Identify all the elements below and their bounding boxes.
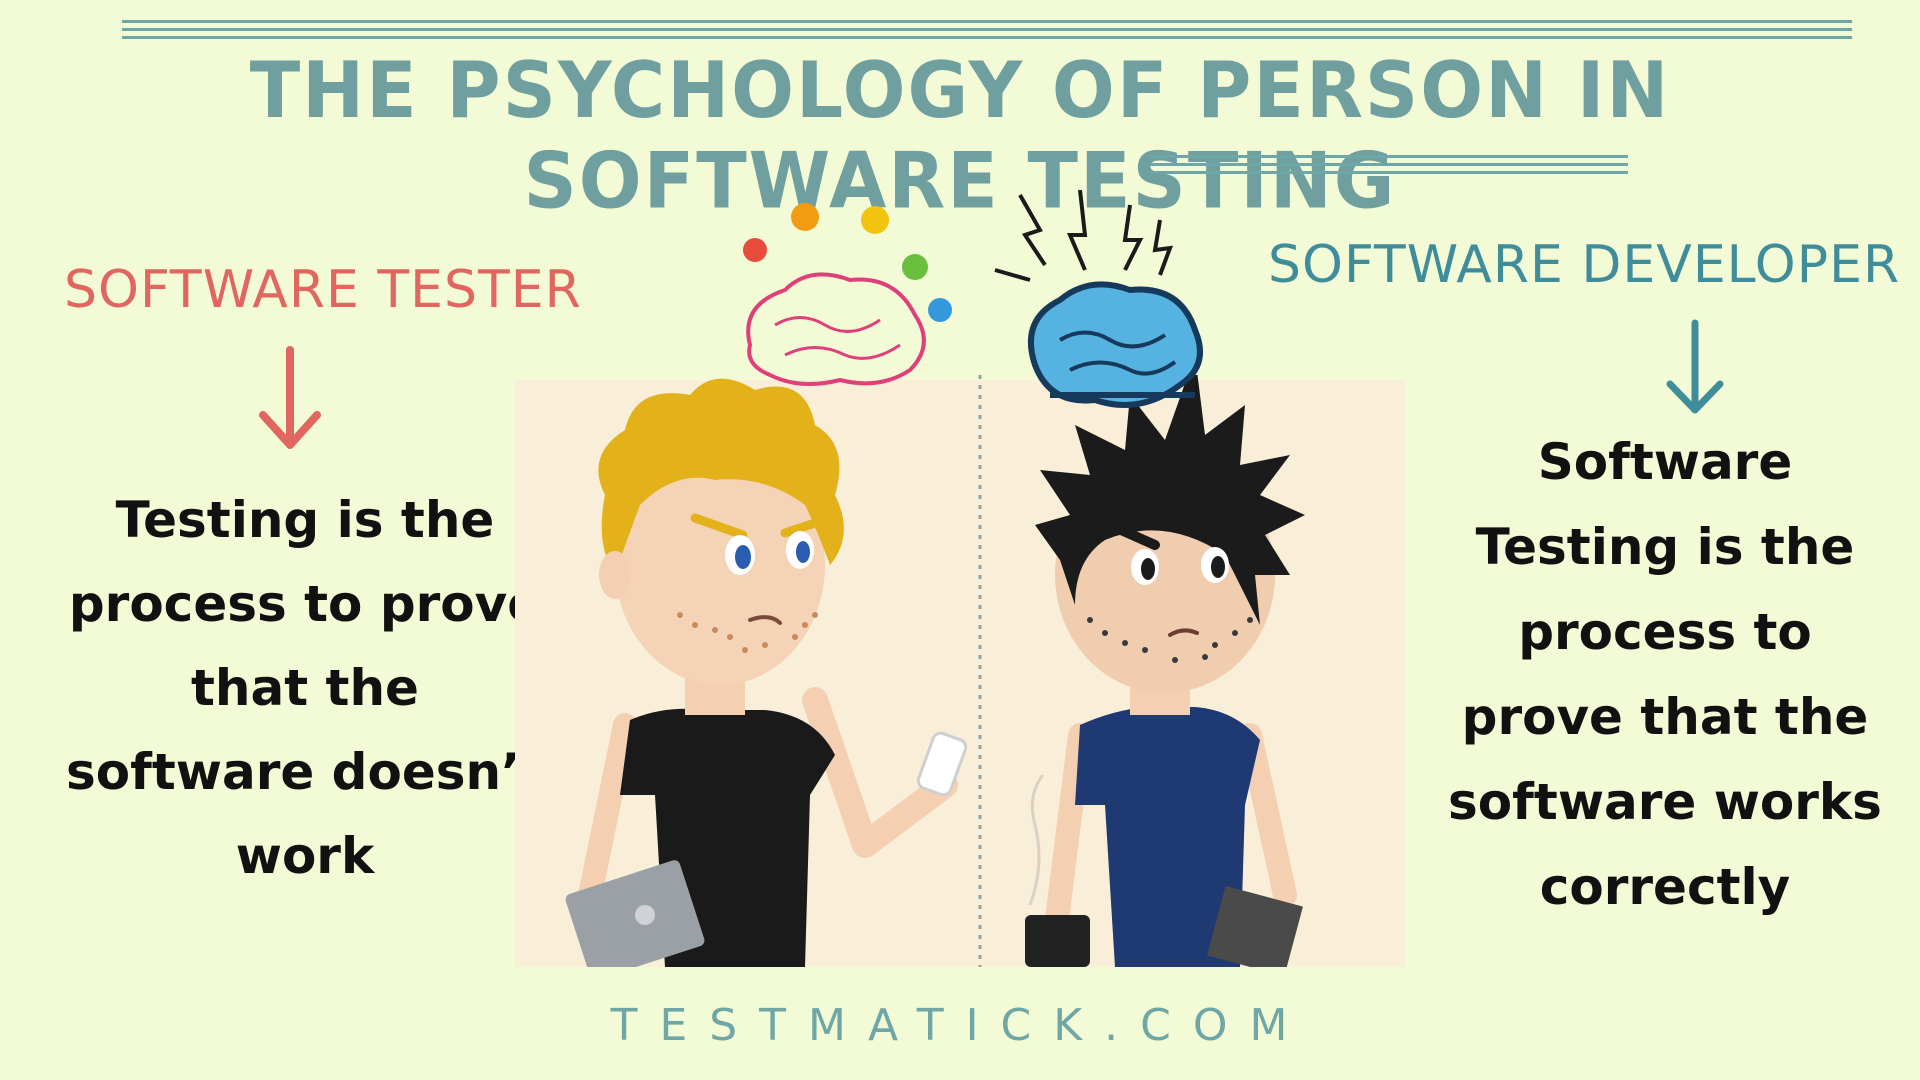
footer-site: TESTMATICK.COM: [610, 1000, 1310, 1051]
developer-down-arrow-icon: [1666, 319, 1724, 414]
title-rule-bottom-1: [1150, 155, 1628, 158]
lightning-icon: [994, 190, 1174, 282]
characters-illustration: [515, 375, 1405, 967]
tester-down-arrow-icon: [259, 346, 321, 449]
title-rule-bottom-2: [1150, 163, 1628, 166]
title-rule-top-3: [122, 36, 1852, 39]
title-rule-bottom-3: [1150, 171, 1628, 174]
tester-brain-lightbulbs: [743, 203, 952, 386]
title-rule-top-2: [122, 28, 1852, 31]
tester-role-label: SOFTWARE TESTER: [64, 260, 582, 320]
title-rule-top-1: [122, 20, 1852, 23]
developer-role-label: SOFTWARE DEVELOPER: [1268, 235, 1901, 295]
tester-description: Testing is the process to prove that the…: [66, 491, 544, 885]
developer-description: Software Testing is the process to prove…: [1448, 433, 1882, 916]
developer-brain-lightning: [994, 190, 1203, 408]
brain-icon: [746, 272, 926, 386]
lightbulb-icon: [743, 203, 952, 322]
brain-icon: [1027, 281, 1203, 408]
